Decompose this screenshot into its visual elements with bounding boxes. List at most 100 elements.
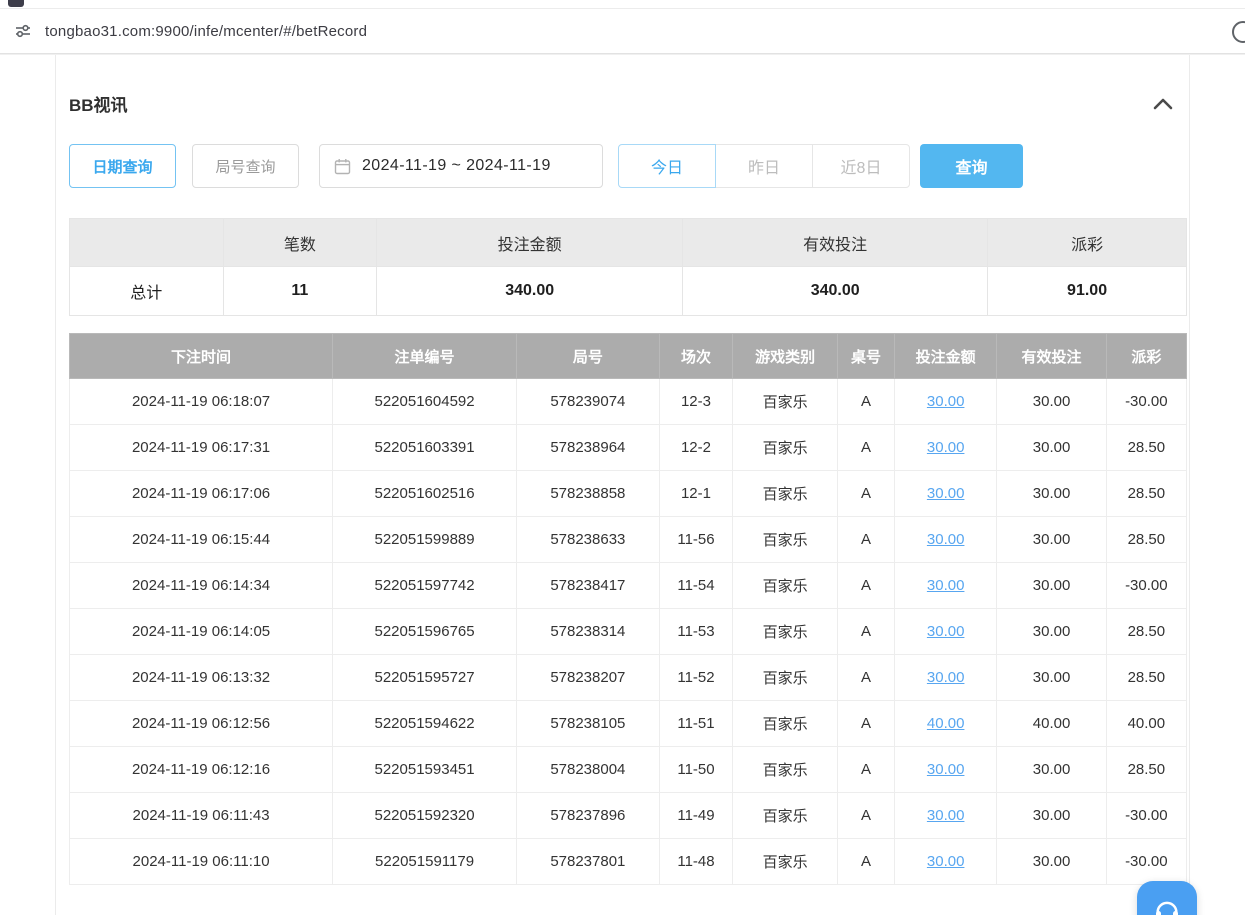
cell-order-no: 522051596765 bbox=[333, 609, 517, 655]
cell-order-no: 522051594622 bbox=[333, 701, 517, 747]
cell-valid-bet: 30.00 bbox=[997, 839, 1106, 885]
search-button[interactable]: 查询 bbox=[920, 144, 1023, 188]
table-row: 2024-11-19 06:11:10522051591179578237801… bbox=[70, 839, 1187, 885]
cell-payout: 28.50 bbox=[1106, 609, 1186, 655]
bet-amount-link[interactable]: 30.00 bbox=[927, 807, 965, 824]
date-query-tab[interactable]: 日期查询 bbox=[69, 144, 176, 188]
cell-game-type: 百家乐 bbox=[733, 701, 838, 747]
cell-bet-time: 2024-11-19 06:14:05 bbox=[70, 609, 333, 655]
cell-bet-amount: 30.00 bbox=[894, 563, 997, 609]
last-8-days-button[interactable]: 近8日 bbox=[812, 144, 910, 188]
cell-payout: 28.50 bbox=[1106, 655, 1186, 701]
cell-bet-time: 2024-11-19 06:11:10 bbox=[70, 839, 333, 885]
bet-amount-link[interactable]: 30.00 bbox=[927, 531, 965, 548]
summary-header-payout: 派彩 bbox=[988, 219, 1187, 267]
cell-table-no: A bbox=[838, 747, 895, 793]
cell-round-no: 578238417 bbox=[517, 563, 660, 609]
site-info-icon[interactable] bbox=[14, 22, 32, 40]
cell-session: 11-54 bbox=[659, 563, 733, 609]
table-row: 2024-11-19 06:14:34522051597742578238417… bbox=[70, 563, 1187, 609]
cell-bet-amount: 40.00 bbox=[894, 701, 997, 747]
table-row: 2024-11-19 06:12:16522051593451578238004… bbox=[70, 747, 1187, 793]
header-bet-amount: 投注金额 bbox=[894, 334, 997, 379]
cell-bet-amount: 30.00 bbox=[894, 655, 997, 701]
cell-table-no: A bbox=[838, 517, 895, 563]
summary-bet-amount: 340.00 bbox=[377, 267, 683, 316]
cell-session: 11-51 bbox=[659, 701, 733, 747]
cell-bet-amount: 30.00 bbox=[894, 379, 997, 425]
summary-header-valid-bet: 有效投注 bbox=[683, 219, 988, 267]
cell-bet-time: 2024-11-19 06:12:16 bbox=[70, 747, 333, 793]
browser-tab-strip bbox=[0, 0, 1245, 8]
collapse-chevron-icon[interactable] bbox=[1151, 96, 1175, 112]
today-button[interactable]: 今日 bbox=[618, 144, 716, 188]
cell-session: 11-48 bbox=[659, 839, 733, 885]
cell-table-no: A bbox=[838, 563, 895, 609]
cell-round-no: 578238105 bbox=[517, 701, 660, 747]
cell-round-no: 578238633 bbox=[517, 517, 660, 563]
cell-game-type: 百家乐 bbox=[733, 517, 838, 563]
bet-amount-link[interactable]: 30.00 bbox=[927, 669, 965, 686]
cell-round-no: 578238314 bbox=[517, 609, 660, 655]
filter-bar: 日期查询 局号查询 2024-11-19 ~ 2024-11-19 今日 昨日 … bbox=[69, 144, 1187, 188]
bet-amount-link[interactable]: 30.00 bbox=[927, 577, 965, 594]
yesterday-button[interactable]: 昨日 bbox=[715, 144, 813, 188]
bet-amount-link[interactable]: 30.00 bbox=[927, 761, 965, 778]
url-text[interactable]: tongbao31.com:9900/infe/mcenter/#/betRec… bbox=[45, 23, 367, 40]
table-row: 2024-11-19 06:14:05522051596765578238314… bbox=[70, 609, 1187, 655]
header-game-type: 游戏类别 bbox=[733, 334, 838, 379]
cell-table-no: A bbox=[838, 425, 895, 471]
summary-header-count: 笔数 bbox=[223, 219, 377, 267]
cell-table-no: A bbox=[838, 379, 895, 425]
bet-amount-link[interactable]: 30.00 bbox=[927, 623, 965, 640]
cell-bet-time: 2024-11-19 06:17:06 bbox=[70, 471, 333, 517]
cell-table-no: A bbox=[838, 609, 895, 655]
cell-round-no: 578238858 bbox=[517, 471, 660, 517]
cell-round-no: 578238004 bbox=[517, 747, 660, 793]
header-bet-time: 下注时间 bbox=[70, 334, 333, 379]
records-header-row: 下注时间 注单编号 局号 场次 游戏类别 桌号 投注金额 有效投注 派彩 bbox=[70, 334, 1187, 379]
cell-bet-amount: 30.00 bbox=[894, 517, 997, 563]
cell-session: 12-3 bbox=[659, 379, 733, 425]
bet-amount-link[interactable]: 30.00 bbox=[927, 485, 965, 502]
cell-bet-time: 2024-11-19 06:18:07 bbox=[70, 379, 333, 425]
browser-address-bar[interactable]: tongbao31.com:9900/infe/mcenter/#/betRec… bbox=[0, 8, 1245, 54]
cell-bet-amount: 30.00 bbox=[894, 609, 997, 655]
calendar-icon bbox=[334, 158, 351, 175]
round-query-tab[interactable]: 局号查询 bbox=[192, 144, 299, 188]
cell-game-type: 百家乐 bbox=[733, 747, 838, 793]
extension-icon[interactable] bbox=[1232, 21, 1245, 43]
bet-amount-link[interactable]: 30.00 bbox=[927, 393, 965, 410]
date-range-input[interactable]: 2024-11-19 ~ 2024-11-19 bbox=[319, 144, 603, 188]
cell-game-type: 百家乐 bbox=[733, 609, 838, 655]
browser-tab-favicon bbox=[8, 0, 24, 7]
cell-payout: -30.00 bbox=[1106, 379, 1186, 425]
cell-session: 11-56 bbox=[659, 517, 733, 563]
customer-service-button[interactable] bbox=[1137, 881, 1197, 915]
bet-amount-link[interactable]: 40.00 bbox=[927, 715, 965, 732]
cell-session: 12-2 bbox=[659, 425, 733, 471]
summary-table: 笔数 投注金额 有效投注 派彩 总计 11 340.00 340.00 91.0… bbox=[69, 218, 1187, 316]
cell-valid-bet: 30.00 bbox=[997, 747, 1106, 793]
cell-bet-time: 2024-11-19 06:14:34 bbox=[70, 563, 333, 609]
cell-table-no: A bbox=[838, 655, 895, 701]
table-row: 2024-11-19 06:15:44522051599889578238633… bbox=[70, 517, 1187, 563]
headset-icon bbox=[1152, 896, 1182, 915]
summary-count: 11 bbox=[223, 267, 377, 316]
cell-table-no: A bbox=[838, 701, 895, 747]
cell-round-no: 578238964 bbox=[517, 425, 660, 471]
cell-order-no: 522051603391 bbox=[333, 425, 517, 471]
cell-bet-time: 2024-11-19 06:17:31 bbox=[70, 425, 333, 471]
cell-round-no: 578237896 bbox=[517, 793, 660, 839]
cell-order-no: 522051595727 bbox=[333, 655, 517, 701]
cell-game-type: 百家乐 bbox=[733, 425, 838, 471]
cell-payout: -30.00 bbox=[1106, 563, 1186, 609]
cell-session: 11-53 bbox=[659, 609, 733, 655]
cell-session: 12-1 bbox=[659, 471, 733, 517]
records-tbody: 2024-11-19 06:18:07522051604592578239074… bbox=[70, 379, 1187, 885]
bet-amount-link[interactable]: 30.00 bbox=[927, 853, 965, 870]
header-payout: 派彩 bbox=[1106, 334, 1186, 379]
cell-session: 11-49 bbox=[659, 793, 733, 839]
cell-order-no: 522051597742 bbox=[333, 563, 517, 609]
bet-amount-link[interactable]: 30.00 bbox=[927, 439, 965, 456]
